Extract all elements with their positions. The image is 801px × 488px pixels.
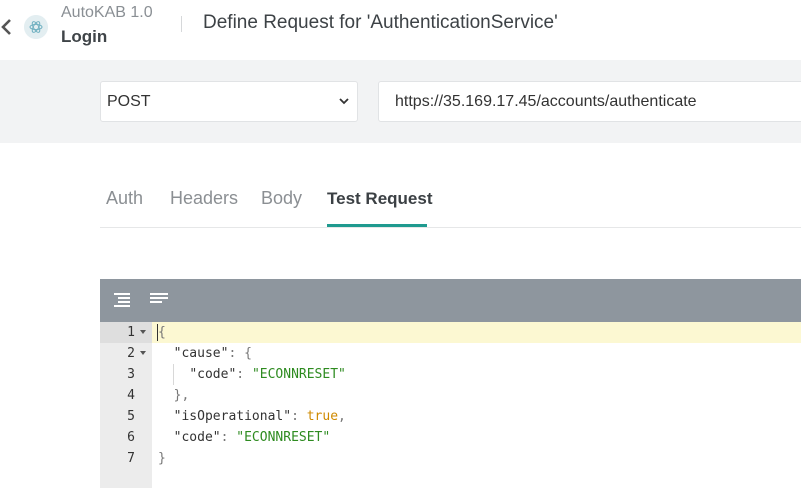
- compact-icon[interactable]: [149, 291, 169, 309]
- tab-test-request[interactable]: Test Request: [327, 189, 433, 209]
- back-chevron-icon[interactable]: [0, 15, 14, 39]
- tab-auth[interactable]: Auth: [106, 188, 143, 209]
- url-input[interactable]: https://35.169.17.45/accounts/authentica…: [378, 81, 801, 122]
- page-name: Login: [61, 27, 108, 46]
- code-line: 2 "cause": {: [100, 343, 801, 364]
- app-name: AutoKAB 1.0: [61, 4, 153, 21]
- top-header: AutoKAB 1.0 Login Define Request for 'Au…: [0, 0, 801, 60]
- code-text: "code": "ECONNRESET": [189, 367, 346, 382]
- format-icon[interactable]: [112, 291, 132, 309]
- line-number: 5: [127, 409, 135, 424]
- code-line: 6 "code": "ECONNRESET": [100, 427, 801, 448]
- code-line: 5 "isOperational": true,: [100, 406, 801, 427]
- code-line: 1 {: [100, 322, 801, 343]
- tab-headers[interactable]: Headers: [170, 188, 238, 209]
- request-tabs: Auth Headers Body Test Request: [100, 180, 801, 228]
- code-text: "cause": {: [173, 346, 252, 361]
- code-line: 7 }: [100, 448, 801, 469]
- line-number: 1: [127, 325, 135, 340]
- editor-toolbar: [100, 279, 801, 322]
- response-editor[interactable]: 1 { 2 "cause": { 3 "code": "ECONNRESET" …: [100, 279, 801, 488]
- header-divider: [181, 16, 182, 32]
- line-number: 6: [127, 430, 135, 445]
- code-line: 4 },: [100, 385, 801, 406]
- method-value: POST: [107, 93, 151, 110]
- code-text: "isOperational": true,: [173, 409, 346, 424]
- url-value: https://35.169.17.45/accounts/authentica…: [395, 93, 697, 110]
- line-number: 2: [127, 346, 135, 361]
- line-number: 7: [127, 451, 135, 466]
- code-text: {: [158, 325, 166, 340]
- fold-arrow-icon[interactable]: [140, 330, 146, 334]
- atom-logo-icon: [24, 15, 48, 39]
- active-tab-indicator: [327, 224, 427, 227]
- fold-arrow-icon[interactable]: [140, 351, 146, 355]
- code-text: }: [158, 451, 166, 466]
- page-title: Define Request for 'AuthenticationServic…: [203, 12, 558, 33]
- line-number: 4: [127, 388, 135, 403]
- chevron-down-icon: [339, 98, 349, 105]
- code-text: },: [173, 388, 190, 403]
- tab-body[interactable]: Body: [261, 188, 302, 209]
- code-text: "code": "ECONNRESET": [173, 430, 331, 445]
- line-number: 3: [127, 367, 135, 382]
- method-select[interactable]: POST: [100, 81, 358, 122]
- code-line: 3 "code": "ECONNRESET": [100, 364, 801, 385]
